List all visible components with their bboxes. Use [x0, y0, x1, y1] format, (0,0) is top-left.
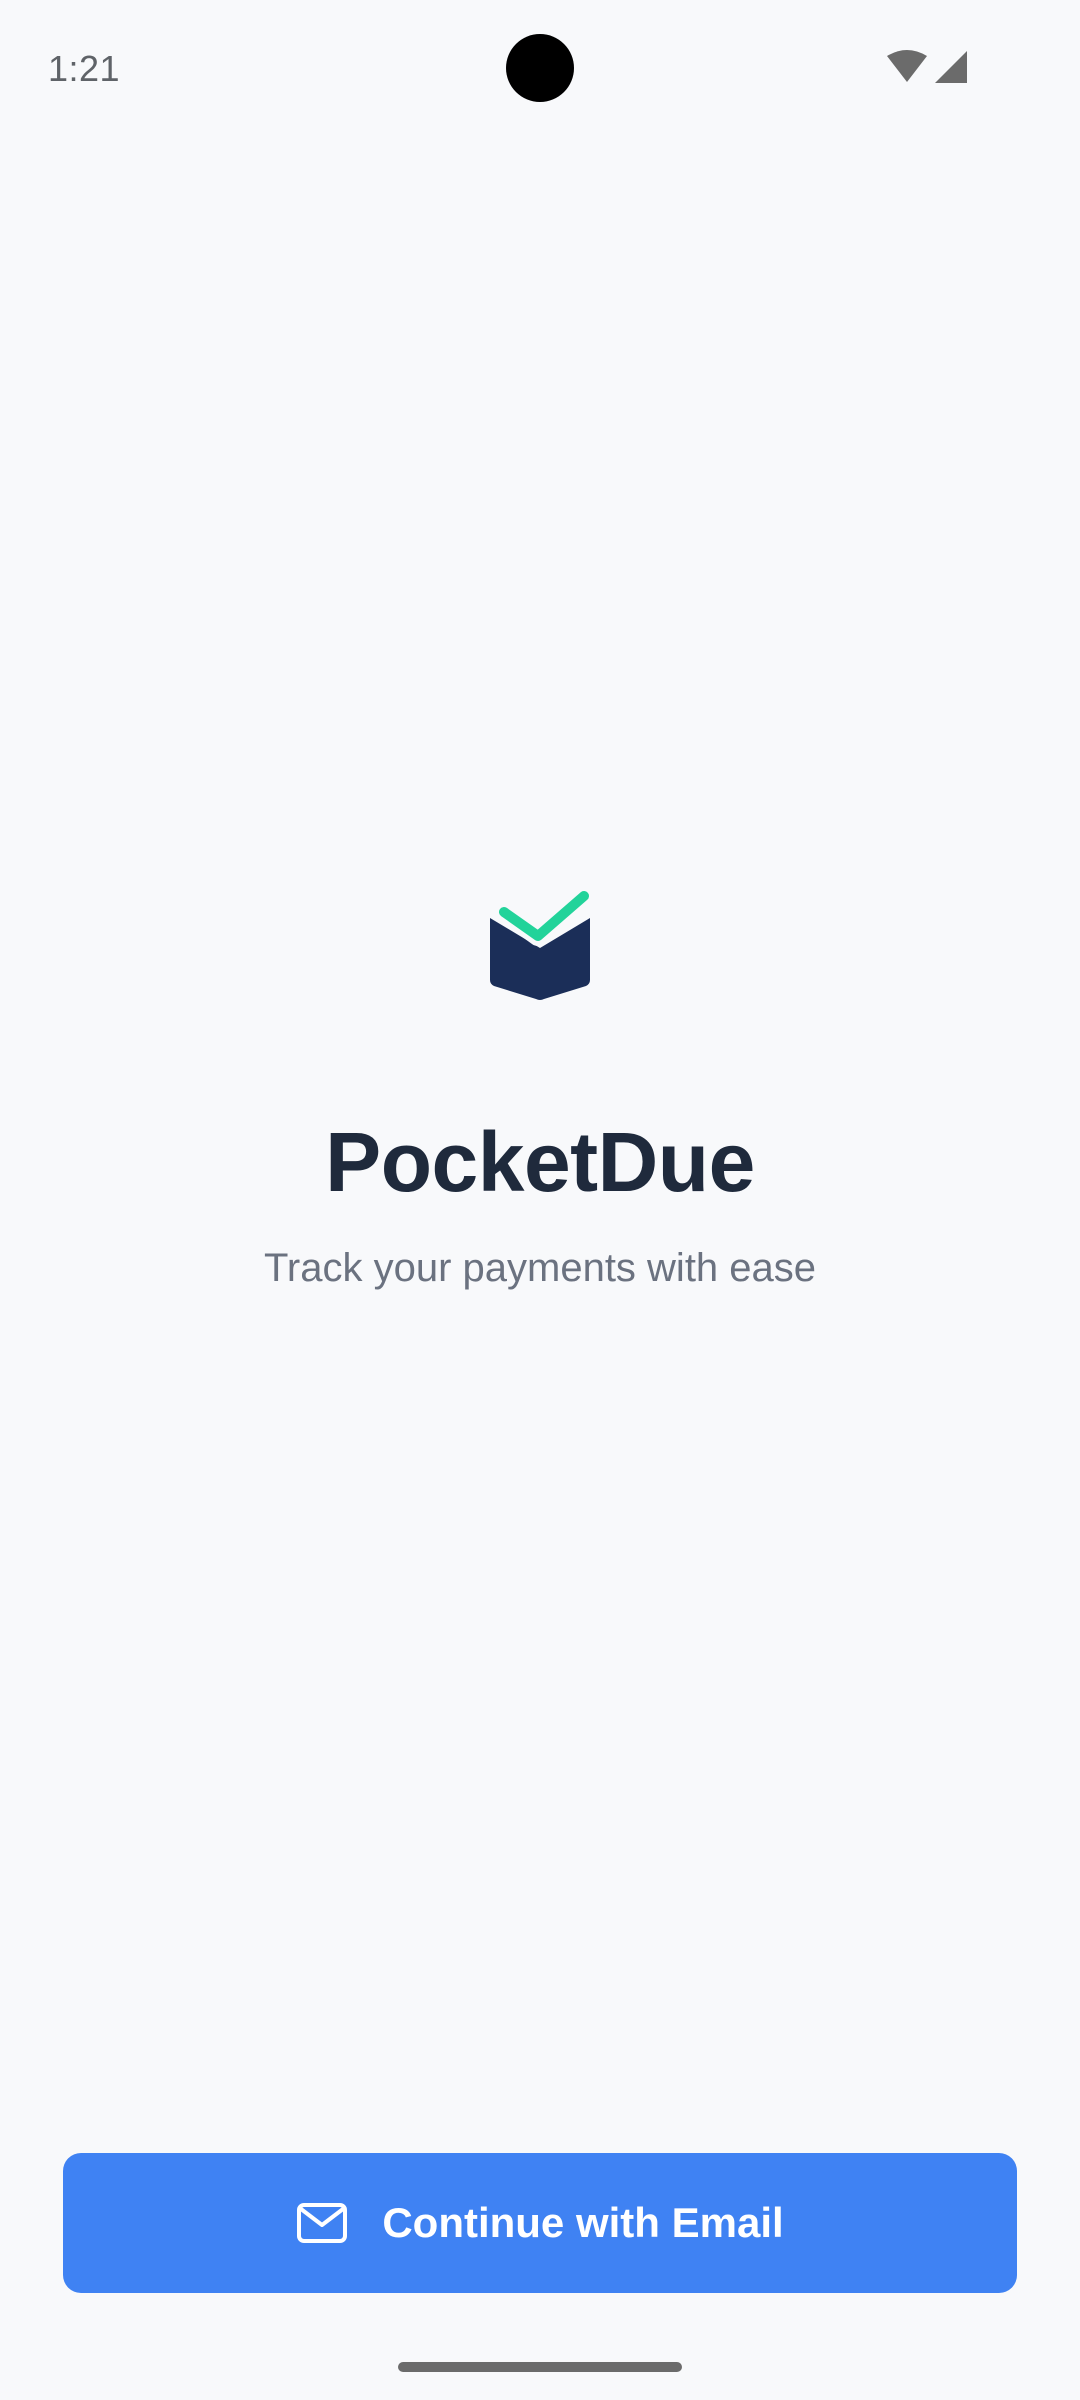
app-title: PocketDue	[325, 1115, 755, 1209]
cellular-signal-icon	[935, 51, 967, 83]
app-tagline: Track your payments with ease	[263, 1246, 817, 1290]
pocket-check-logo	[490, 890, 590, 1000]
mail-icon	[297, 2203, 348, 2243]
status-time: 1:21	[48, 48, 121, 89]
status-icons	[886, 50, 968, 84]
status-bar: 1:21	[0, 0, 1080, 140]
gesture-navigation-bar[interactable]	[398, 2362, 682, 2372]
continue-with-email-label: Continue with Email	[382, 2199, 784, 2246]
wifi-icon	[887, 50, 927, 82]
camera-cutout	[506, 34, 574, 102]
brand-block: PocketDue Track your payments with ease	[0, 890, 1080, 1292]
welcome-screen: 1:21 PocketDue Track your payments with …	[0, 0, 1080, 2400]
continue-with-email-button[interactable]: Continue with Email	[63, 2153, 1017, 2293]
